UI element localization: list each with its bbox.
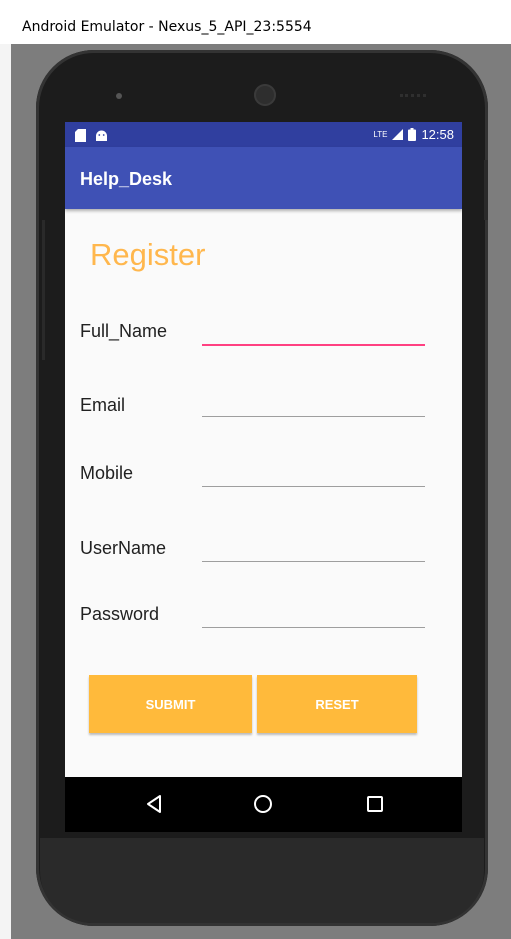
status-time: 12:58 (421, 127, 454, 142)
window-title-bar: Android Emulator - Nexus_5_API_23:5554 (0, 0, 511, 44)
battery-icon (408, 128, 417, 141)
password-label: Password (80, 604, 160, 624)
volume-button[interactable] (42, 220, 45, 360)
network-type: LTE (373, 130, 388, 139)
phone-chin (40, 838, 484, 923)
navigation-bar (65, 777, 462, 832)
full-name-label: Full_Name (80, 321, 168, 341)
window-title: Android Emulator - Nexus_5_API_23:5554 (22, 19, 312, 35)
status-right-icons: LTE 12:58 (373, 127, 454, 142)
register-heading: Register (90, 237, 206, 272)
submit-button[interactable]: SUBMIT (89, 675, 252, 733)
recents-icon[interactable] (362, 791, 388, 817)
username-input[interactable] (202, 540, 425, 562)
device-screen: LTE 12:58 Help_Desk Register Full_Name E… (65, 122, 462, 832)
reset-button[interactable]: RESET (257, 675, 417, 733)
mobile-label: Mobile (80, 463, 134, 483)
email-label: Email (80, 395, 126, 415)
home-icon[interactable] (250, 791, 276, 817)
status-bar: LTE 12:58 (65, 122, 462, 147)
sd-card-icon (75, 129, 86, 143)
window-left-edge (0, 44, 11, 939)
full-name-input[interactable] (202, 324, 425, 346)
back-icon[interactable] (142, 791, 168, 817)
mobile-input[interactable] (202, 465, 425, 487)
earpiece-speaker (254, 84, 276, 106)
username-label: UserName (80, 538, 167, 558)
app-bar: Help_Desk (65, 147, 462, 209)
android-icon (95, 130, 107, 141)
proximity-sensor (116, 93, 122, 99)
app-title: Help_Desk (80, 169, 173, 189)
camera-dots (400, 94, 426, 97)
status-left-icons (75, 127, 108, 143)
power-button[interactable] (484, 160, 488, 220)
email-input[interactable] (202, 395, 425, 417)
password-input[interactable] (202, 606, 425, 628)
signal-icon (392, 129, 404, 140)
